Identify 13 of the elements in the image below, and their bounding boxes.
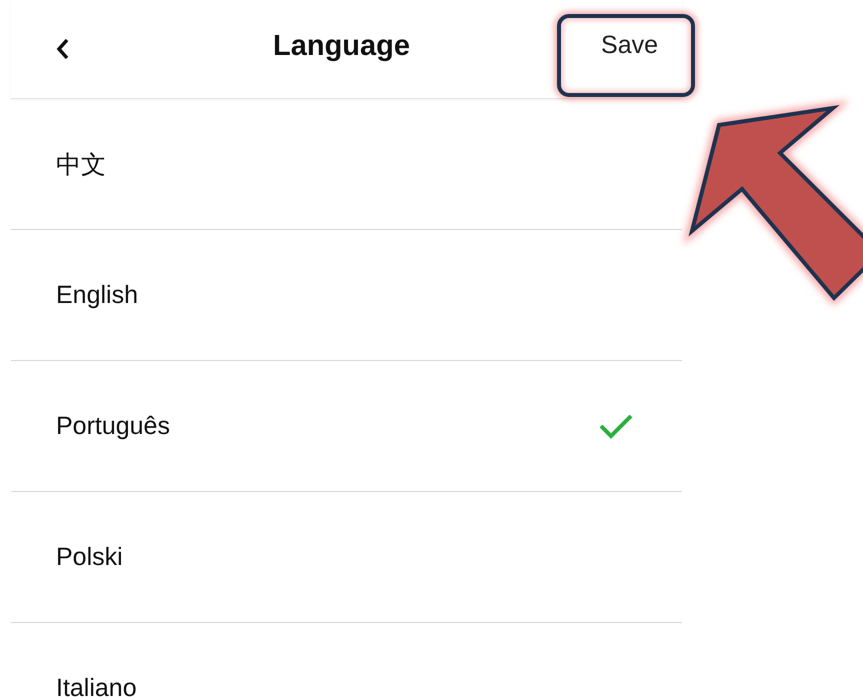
language-label: English (56, 280, 138, 310)
language-label: Polski (56, 542, 123, 572)
language-option[interactable]: Polski (11, 492, 682, 623)
language-option[interactable]: Português (11, 361, 682, 492)
save-button[interactable]: Save (597, 26, 662, 64)
language-option[interactable]: 中文 (11, 99, 682, 230)
page-title: Language (272, 30, 411, 62)
language-label: 中文 (56, 150, 106, 180)
back-icon (55, 37, 71, 61)
language-label: Italiano (56, 674, 137, 697)
language-option[interactable]: English (11, 230, 682, 361)
language-label: Português (56, 412, 170, 440)
language-option[interactable]: Italiano (11, 623, 682, 697)
